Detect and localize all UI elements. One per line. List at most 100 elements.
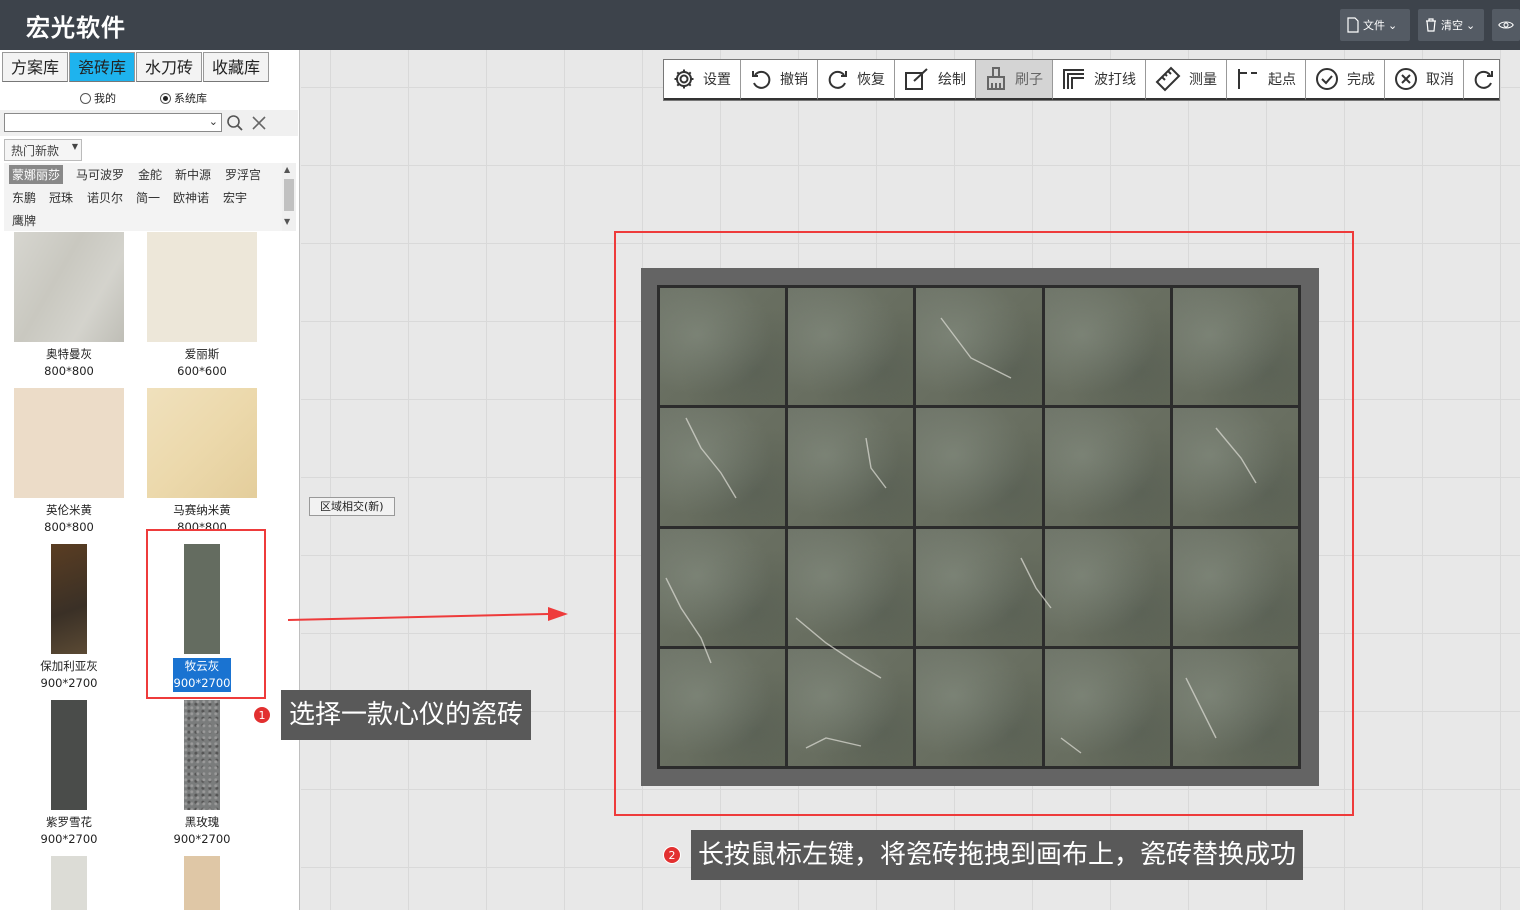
brand-item[interactable]: 蒙娜丽莎 bbox=[9, 165, 64, 184]
tile-card[interactable]: 英伦米黄 800*800 bbox=[4, 388, 134, 536]
file-icon bbox=[1347, 17, 1359, 33]
tile-thumbnail[interactable] bbox=[184, 856, 220, 910]
cancel-icon bbox=[1395, 68, 1417, 90]
refresh-icon bbox=[1474, 70, 1493, 89]
gear-icon bbox=[674, 69, 694, 89]
marble-veins bbox=[665, 317, 1257, 754]
tile-thumbnail[interactable] bbox=[147, 232, 257, 342]
scroll-up-icon[interactable]: ▲ bbox=[284, 165, 290, 174]
tile-thumbnail[interactable] bbox=[51, 544, 87, 654]
tile-thumbnail[interactable] bbox=[184, 700, 220, 810]
step-2-badge: 2 bbox=[663, 846, 681, 864]
tile-thumbnail[interactable] bbox=[51, 856, 87, 910]
scroll-down-icon[interactable]: ▼ bbox=[284, 217, 290, 226]
draw-label: 绘制 bbox=[938, 72, 966, 88]
undo-icon bbox=[752, 70, 771, 89]
step-2-callout: 长按鼠标左键，将瓷砖拖拽到画布上，瓷砖替换成功 bbox=[691, 830, 1304, 880]
brand-item[interactable]: 诺贝尔 bbox=[84, 188, 126, 207]
tile-name: 紫罗雪花 bbox=[46, 815, 92, 829]
trash-icon bbox=[1426, 18, 1436, 32]
tile-card[interactable] bbox=[137, 856, 267, 910]
category-select[interactable]: 热门新款 ▼ bbox=[4, 139, 82, 161]
brand-item[interactable]: 鹰牌 bbox=[9, 211, 39, 230]
radio-mine-label: 我的 bbox=[94, 92, 116, 105]
finish-button[interactable]: 完成 bbox=[1306, 60, 1385, 100]
settings-button[interactable]: 设置 bbox=[664, 60, 741, 100]
tile-card[interactable]: 保加利亚灰 900*2700 bbox=[4, 544, 134, 692]
cancel-label: 取消 bbox=[1426, 72, 1454, 88]
draw-icon bbox=[905, 68, 928, 90]
redo-label: 恢复 bbox=[857, 72, 885, 88]
library-tabs: 方案库 瓷砖库 水刀砖 收藏库 bbox=[2, 52, 270, 82]
tile-size: 600*600 bbox=[177, 364, 227, 378]
tile-card[interactable]: 奥特曼灰 800*800 bbox=[4, 232, 134, 380]
brand-item[interactable]: 简一 bbox=[133, 188, 163, 207]
category-select-value: 热门新款 bbox=[11, 144, 60, 158]
tile-name: 爱丽斯 bbox=[184, 347, 220, 361]
tile-card[interactable]: 爱丽斯 600*600 bbox=[137, 232, 267, 380]
close-icon[interactable] bbox=[251, 115, 267, 131]
eye-icon bbox=[1498, 21, 1514, 29]
brand-item[interactable]: 马可波罗 bbox=[73, 165, 127, 184]
tab-waterjet-tile[interactable]: 水刀砖 bbox=[136, 52, 203, 82]
search-icon[interactable] bbox=[226, 114, 244, 132]
brand-item[interactable]: 新中源 bbox=[172, 165, 214, 184]
tile-thumbnail[interactable] bbox=[14, 388, 124, 498]
title-bar: 宏光软件 文件 ⌄ 清空 ⌄ bbox=[0, 0, 1520, 50]
brand-scrollbar[interactable]: ▲ ▼ bbox=[282, 163, 296, 231]
radio-system[interactable]: 系统库 bbox=[160, 90, 207, 106]
tile-card[interactable]: 马赛纳米黄 800*800 bbox=[137, 388, 267, 536]
brand-item[interactable]: 东鹏 bbox=[9, 188, 39, 207]
settings-label: 设置 bbox=[703, 72, 731, 88]
file-menu-button[interactable]: 文件 ⌄ bbox=[1340, 9, 1410, 41]
tile-name: 马赛纳米黄 bbox=[173, 503, 231, 517]
search-input[interactable]: ⌄ bbox=[4, 113, 222, 132]
tab-scheme-library[interactable]: 方案库 bbox=[2, 52, 69, 82]
design-canvas[interactable]: 设置 撤销 恢复 绘制 刷子 波打线 测量 起点 完成 取消 区域相交(新) bbox=[301, 50, 1520, 910]
border-line-button[interactable]: 波打线 bbox=[1053, 60, 1146, 100]
tile-thumbnail[interactable] bbox=[14, 232, 124, 342]
tab-favorites[interactable]: 收藏库 bbox=[203, 52, 270, 82]
start-point-label: 起点 bbox=[1268, 72, 1296, 88]
tab-tile-library[interactable]: 瓷砖库 bbox=[69, 52, 136, 82]
clear-menu-button[interactable]: 清空 ⌄ bbox=[1418, 9, 1484, 41]
undo-button[interactable]: 撤销 bbox=[741, 60, 818, 100]
redo-button[interactable]: 恢复 bbox=[818, 60, 895, 100]
start-point-button[interactable]: 起点 bbox=[1227, 60, 1306, 100]
region-intersect-button[interactable]: 区域相交(新) bbox=[309, 497, 395, 516]
tile-thumbnail[interactable] bbox=[51, 700, 87, 810]
tile-thumbnail[interactable] bbox=[147, 388, 257, 498]
tile-size: 900*2700 bbox=[40, 832, 98, 846]
draw-button[interactable]: 绘制 bbox=[895, 60, 976, 100]
tile-size: 900*2700 bbox=[40, 676, 98, 690]
tile-name: 保加利亚灰 bbox=[40, 659, 98, 673]
brand-item[interactable]: 宏宇 bbox=[220, 188, 250, 207]
finish-label: 完成 bbox=[1347, 72, 1375, 88]
brand-item[interactable]: 金舵 bbox=[135, 165, 165, 184]
radio-circle[interactable] bbox=[80, 92, 91, 104]
tile-card[interactable]: 黑玫瑰 900*2700 bbox=[137, 700, 267, 848]
radio-circle-checked[interactable] bbox=[160, 92, 171, 104]
scrollbar-thumb[interactable] bbox=[284, 179, 294, 211]
preview-button[interactable] bbox=[1492, 9, 1520, 41]
brand-item[interactable]: 罗浮宫 bbox=[222, 165, 264, 184]
tile-name: 黑玫瑰 bbox=[184, 815, 220, 829]
tile-card[interactable] bbox=[4, 856, 134, 910]
refresh-button[interactable] bbox=[1464, 60, 1499, 100]
redo-icon bbox=[828, 70, 847, 89]
cancel-button[interactable]: 取消 bbox=[1385, 60, 1464, 100]
radio-mine[interactable]: 我的 bbox=[80, 90, 116, 106]
brush-label: 刷子 bbox=[1015, 72, 1043, 88]
tile-card[interactable]: 紫罗雪花 900*2700 bbox=[4, 700, 134, 848]
start-point-icon bbox=[1238, 69, 1257, 89]
border-line-label: 波打线 bbox=[1094, 72, 1136, 88]
measure-button[interactable]: 测量 bbox=[1146, 60, 1227, 100]
selected-tile-highlight bbox=[146, 529, 266, 699]
chevron-down-icon[interactable]: ⌄ bbox=[209, 115, 218, 128]
chevron-down-icon: ⌄ bbox=[1466, 18, 1476, 32]
brand-item[interactable]: 冠珠 bbox=[46, 188, 76, 207]
tile-size: 900*2700 bbox=[173, 832, 231, 846]
drag-arrow bbox=[287, 607, 568, 621]
brush-button[interactable]: 刷子 bbox=[976, 60, 1053, 100]
brand-item[interactable]: 欧神诺 bbox=[170, 188, 212, 207]
